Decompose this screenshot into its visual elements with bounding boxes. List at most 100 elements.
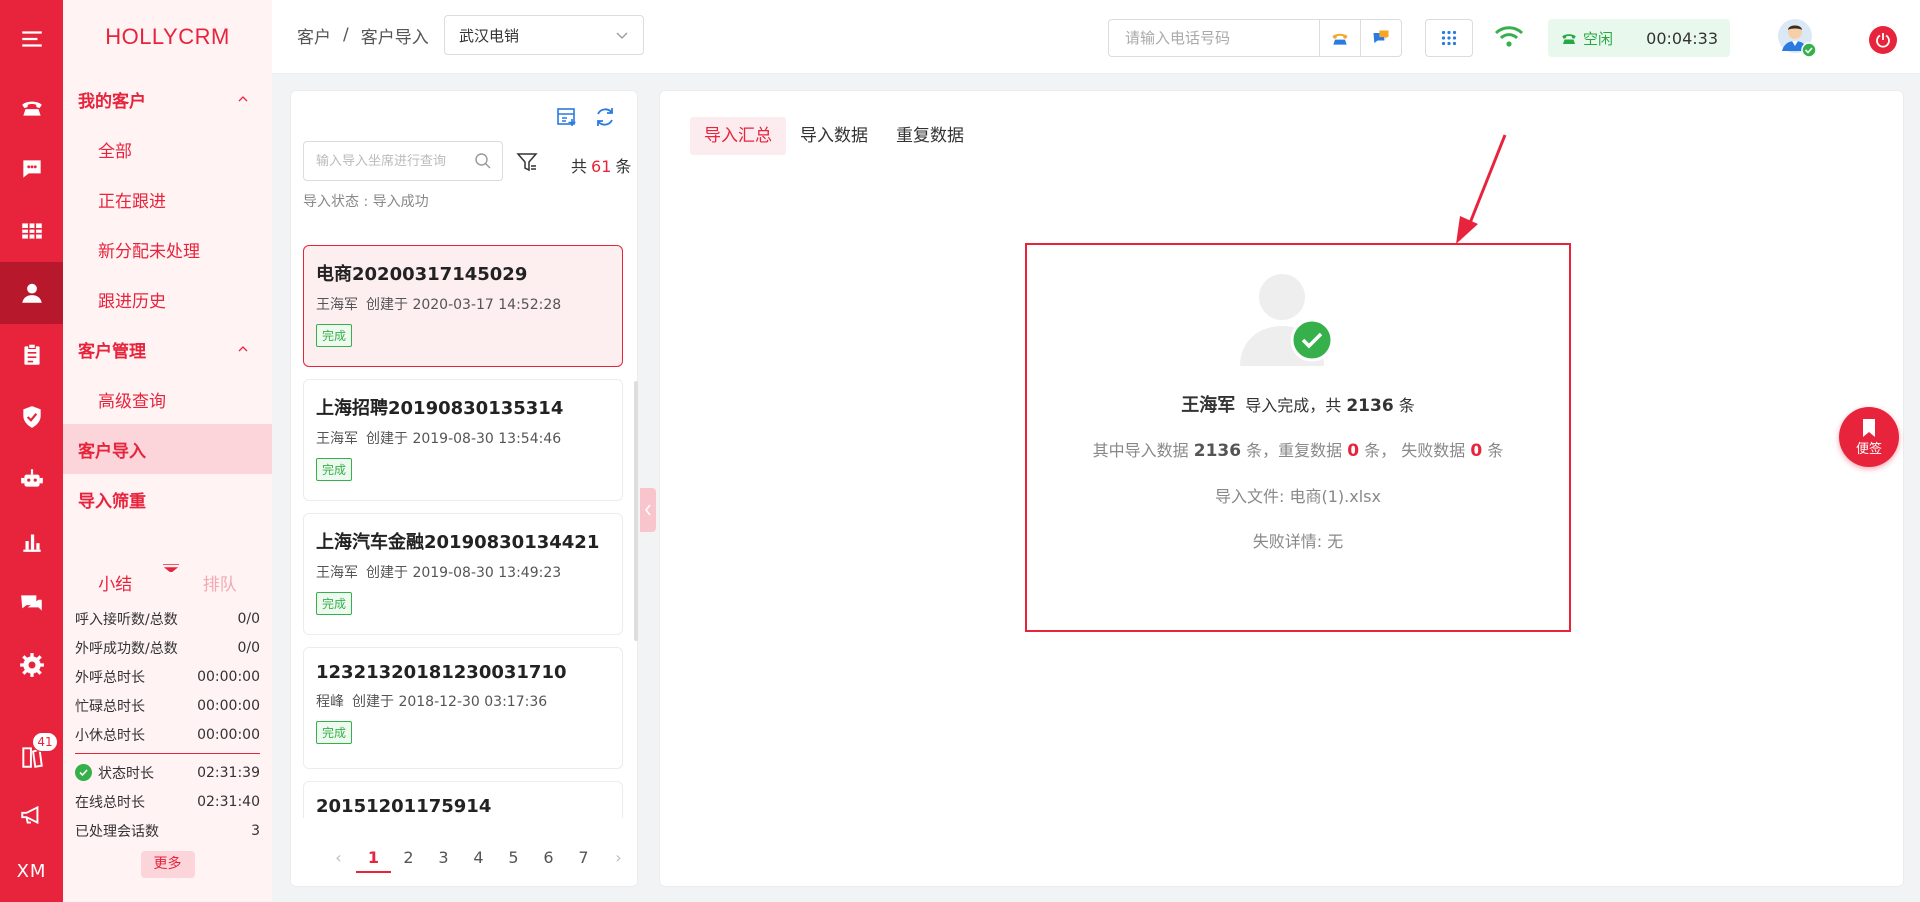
item-owner: 王海军	[316, 565, 358, 581]
power-icon	[1876, 33, 1890, 48]
shield-icon[interactable]	[0, 386, 63, 448]
xm-label[interactable]: XM	[0, 840, 63, 902]
menu-item-history[interactable]: 跟进历史	[63, 274, 272, 324]
tab-import-data[interactable]: 导入数据	[786, 117, 882, 155]
sticky-note-label: 便签	[1855, 441, 1882, 457]
wifi-icon	[1494, 26, 1524, 47]
next-page-icon[interactable]: ›	[601, 843, 636, 873]
agent-status[interactable]: 空闲 00:04:33	[1548, 19, 1730, 57]
messages-icon[interactable]	[0, 572, 63, 634]
list-scrollbar[interactable]	[634, 381, 638, 641]
breakdown-label: 其中导入数据	[1092, 441, 1189, 460]
menu-item-customer-import[interactable]: 客户导入	[63, 424, 272, 474]
table-icon[interactable]	[0, 200, 63, 262]
sticky-note-button[interactable]: 便签	[1839, 407, 1899, 467]
clipboard-icon[interactable]	[0, 324, 63, 386]
filter-icon[interactable]	[516, 151, 538, 173]
page-3[interactable]: 3	[426, 843, 461, 873]
tab-import-summary[interactable]: 导入汇总	[690, 117, 786, 155]
add-list-icon[interactable]	[555, 105, 579, 129]
record-count: 共 61 条	[571, 153, 631, 177]
team-select-value: 武汉电销	[459, 26, 520, 45]
grid-icon	[1441, 30, 1457, 46]
menu-item-new-assigned[interactable]: 新分配未处理	[63, 224, 272, 274]
list-item[interactable]: 20151201175914	[303, 781, 623, 818]
megaphone-icon[interactable]	[0, 784, 63, 846]
item-title: 20151201175914	[316, 796, 492, 817]
apps-button[interactable]	[1425, 19, 1473, 57]
team-select[interactable]: 武汉电销	[444, 15, 644, 55]
breakdown-label: 条， 失败数据	[1364, 441, 1466, 460]
stat-value: 0/0	[237, 639, 260, 656]
power-button[interactable]	[1869, 26, 1897, 54]
annotation-arrow	[1456, 134, 1507, 244]
bar-chart-icon[interactable]	[0, 510, 63, 572]
stat-value: 00:00:00	[197, 697, 260, 714]
list-item[interactable]: 电商20200317145029 王海军 创建于 2020-03-17 14:52…	[303, 245, 623, 367]
customer-icon[interactable]	[0, 262, 63, 324]
settings-icon[interactable]	[0, 634, 63, 696]
breadcrumb-customer[interactable]: 客户	[297, 23, 331, 48]
dial-button[interactable]	[1319, 20, 1360, 56]
page-6[interactable]: 6	[531, 843, 566, 873]
menu-group-label: 我的客户	[78, 91, 146, 112]
tab-summary[interactable]: 小结	[63, 570, 168, 595]
phone-icon[interactable]	[0, 76, 63, 138]
page-5[interactable]: 5	[496, 843, 531, 873]
divider	[75, 753, 260, 754]
stat-label: 在线总时长	[75, 794, 145, 811]
stat-label: 已处理会话数	[75, 823, 159, 840]
phone-status-icon	[1562, 34, 1576, 44]
stat-row: 已处理会话数 3	[63, 816, 272, 845]
item-created: 创建于 2020-03-17 14:52:28	[366, 297, 562, 313]
menu-toggle-icon[interactable]	[0, 8, 63, 70]
phone-input[interactable]	[1109, 20, 1319, 56]
stats-panel: 小结 排队 呼入接听数/总数 0/0 外呼成功数/总数 0/0 外呼总时长 00:00…	[63, 560, 272, 878]
chevron-left-icon	[645, 504, 651, 516]
menu-item-all[interactable]: 全部	[63, 124, 272, 174]
detail-tabs: 导入汇总 导入数据 重复数据	[690, 117, 978, 155]
summary-breakdown: 其中导入数据 2136 条，重复数据 0 条， 失败数据 0 条	[1027, 437, 1569, 461]
tab-queue[interactable]: 排队	[168, 570, 273, 595]
page-7[interactable]: 7	[566, 843, 601, 873]
sms-button[interactable]	[1360, 20, 1401, 56]
status-badge: 完成	[316, 458, 353, 481]
menu-group-customer-management[interactable]: 客户管理	[63, 324, 272, 374]
more-button[interactable]: 更多	[140, 851, 195, 878]
telephone-icon	[1332, 33, 1348, 45]
sidebar: HOLLYCRM 我的客户 全部 正在跟进 新分配未处理 跟进历史 客户管理 高…	[63, 0, 272, 902]
menu-item-following[interactable]: 正在跟进	[63, 174, 272, 224]
list-item[interactable]: 上海招聘20190830135314 王海军 创建于 2019-08-30 13:…	[303, 379, 623, 501]
page-2[interactable]: 2	[391, 843, 426, 873]
imported-count: 2136	[1193, 441, 1242, 461]
menu-item-import-dedup[interactable]: 导入筛重	[63, 474, 272, 524]
stat-value: 02:31:39	[197, 764, 260, 781]
chat-icon[interactable]	[0, 138, 63, 200]
menu-item-advanced-query[interactable]: 高级查询	[63, 374, 272, 424]
search-icon[interactable]	[474, 152, 492, 170]
refresh-icon[interactable]	[593, 105, 617, 129]
import-file: 导入文件: 电商(1).xlsx	[1215, 487, 1381, 506]
item-owner: 王海军	[316, 297, 358, 313]
list-item[interactable]: 12321320181230031710 程峰 创建于 2018-12-30 03…	[303, 647, 623, 769]
stat-label: 状态时长	[98, 765, 154, 782]
breakdown-label: 条，重复数据	[1246, 441, 1343, 460]
failed-count: 0	[1470, 441, 1483, 461]
collapse-panel-button[interactable]	[640, 488, 656, 532]
tab-duplicate-data[interactable]: 重复数据	[882, 117, 978, 155]
menu-group-my-customers[interactable]: 我的客户	[63, 74, 272, 124]
status-label: 空闲	[1583, 29, 1614, 48]
avatar[interactable]	[1777, 18, 1817, 58]
book-icon[interactable]: 41	[0, 726, 63, 788]
list-item[interactable]: 上海汽车金融20190830134421 王海军 创建于 2019-08-30 1…	[303, 513, 623, 635]
page-4[interactable]: 4	[461, 843, 496, 873]
stat-row: 小休总时长 00:00:00	[63, 720, 272, 749]
breakdown-label: 条	[1487, 441, 1504, 460]
page-1[interactable]: 1	[356, 843, 391, 873]
import-status-filter: 导入状态 : 导入成功	[303, 194, 429, 210]
agent-search-input[interactable]	[304, 153, 474, 169]
robot-icon[interactable]	[0, 448, 63, 510]
stat-row: 在线总时长 02:31:40	[63, 787, 272, 816]
prev-page-icon[interactable]: ‹	[321, 843, 356, 873]
count-value: 61	[591, 157, 612, 176]
